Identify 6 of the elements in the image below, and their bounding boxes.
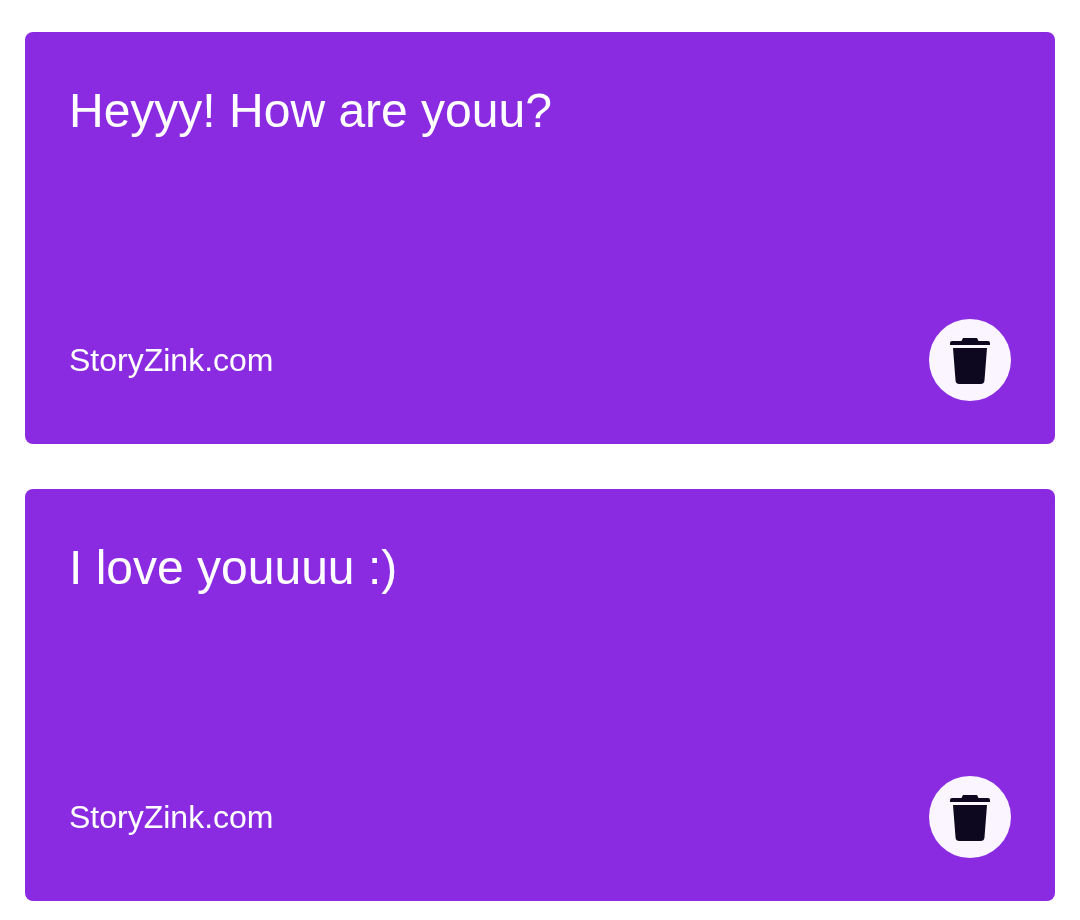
note-text: I love youuuu :) [69, 540, 398, 596]
trash-icon [950, 336, 990, 384]
trash-icon [950, 793, 990, 841]
site-name: StoryZink.com [69, 798, 274, 837]
site-name: StoryZink.com [69, 341, 274, 380]
note-text: Heyyy! How are youu? [69, 83, 552, 139]
